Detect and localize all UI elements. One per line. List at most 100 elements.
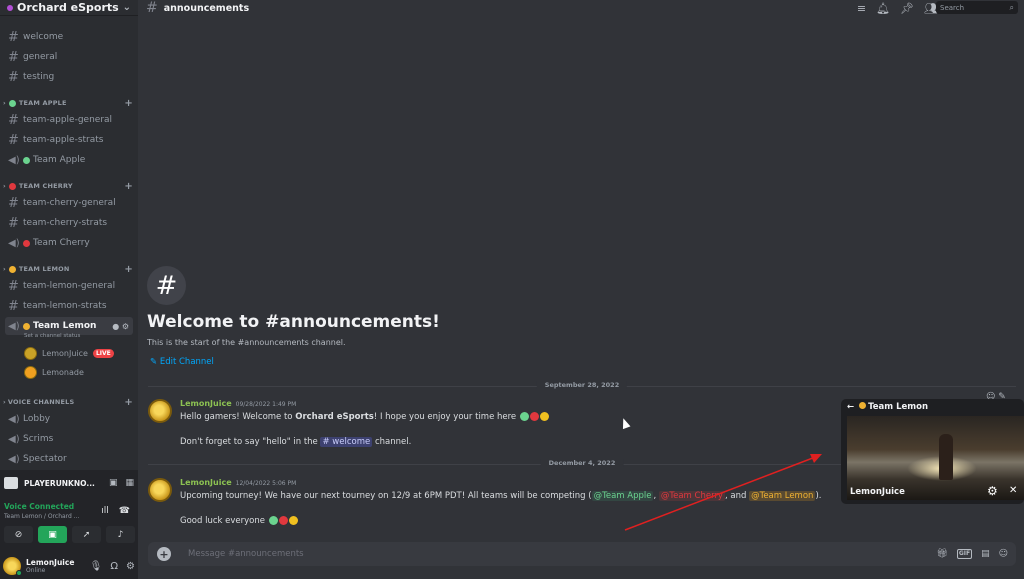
channel-team-apple-strats[interactable]: # team-apple-strats: [5, 131, 133, 149]
message-input[interactable]: Message #announcements: [188, 549, 304, 559]
category-team-cherry[interactable]: › TEAM CHERRY +: [3, 180, 133, 192]
hash-icon: #: [8, 29, 19, 45]
date-label: September 28, 2022: [536, 381, 628, 389]
add-attachment-icon[interactable]: +: [157, 547, 171, 561]
popout-title: ← Team Lemon: [847, 402, 928, 412]
avatar: [24, 365, 37, 379]
message[interactable]: LemonJuice 12/04/2022 5:06 PM Upcoming to…: [148, 478, 848, 533]
author-name[interactable]: LemonJuice: [180, 399, 232, 408]
channel-label: team-apple-general: [23, 115, 113, 125]
bell-icon[interactable]: 🔔︎: [876, 2, 890, 15]
channel-testing[interactable]: # testing: [5, 68, 133, 86]
popout-channel-name: Team Lemon: [868, 402, 929, 412]
voice-channel-team-apple[interactable]: ◀) Team Apple: [5, 151, 133, 169]
sticker-icon[interactable]: ▤: [981, 549, 990, 559]
channel-status[interactable]: Set a channel status: [24, 333, 80, 339]
category-team-apple[interactable]: › TEAM APPLE +: [3, 97, 133, 109]
activity-button[interactable]: ➚: [72, 526, 101, 543]
voice-user-name: LemonJuice: [42, 348, 88, 358]
avatar[interactable]: [148, 478, 172, 502]
add-channel-icon[interactable]: +: [124, 181, 133, 192]
voice-channel-team-cherry[interactable]: ◀) Team Cherry: [5, 234, 133, 252]
back-arrow-icon[interactable]: ←: [847, 402, 854, 412]
cherry-emoji-icon: [278, 516, 288, 525]
message[interactable]: LemonJuice 09/28/2022 1:49 PM Hello gamer…: [148, 399, 848, 454]
server-header[interactable]: Orchard eSports ⌄: [0, 0, 138, 16]
channel-label: team-cherry-general: [23, 198, 116, 208]
voice-channel-lobby[interactable]: ◀) Lobby: [5, 410, 133, 428]
category-team-lemon[interactable]: › TEAM LEMON +: [3, 263, 133, 275]
leave-stream-icon[interactable]: ✕: [1009, 485, 1017, 496]
speaker-icon: ◀): [8, 237, 20, 249]
message-line: Upcoming tourney! We have our next tourn…: [180, 491, 821, 501]
category-label: VOICE CHANNELS: [7, 398, 75, 406]
channel-label: team-lemon-general: [23, 281, 116, 291]
soundboard-button[interactable]: ♪: [106, 526, 135, 543]
add-channel-icon[interactable]: +: [124, 264, 133, 275]
channel-settings-icon[interactable]: ● ⚙: [112, 322, 129, 331]
lemon-icon: [859, 402, 867, 409]
stream-popout[interactable]: ← Team Lemon LemonJuice ⚙ ✕: [841, 399, 1024, 504]
game-icon: [4, 477, 18, 489]
speaker-icon: ◀): [8, 413, 20, 425]
voice-channel-scrims[interactable]: ◀) Scrims: [5, 430, 133, 448]
message-composer[interactable]: + Message #announcements 🎁︎ GIF ▤ ☺: [148, 542, 1016, 566]
threads-icon[interactable]: ≡: [857, 2, 866, 15]
channel-mention[interactable]: # welcome: [320, 437, 373, 447]
cherry-icon: [23, 239, 30, 247]
channel-welcome[interactable]: # welcome: [5, 28, 133, 46]
hash-icon: #: [8, 298, 19, 314]
camera-off-button[interactable]: ⊘: [4, 526, 33, 543]
voice-user-lemonade[interactable]: Lemonade: [24, 364, 84, 380]
apple-emoji-icon: [268, 516, 278, 525]
current-user[interactable]: LemonJuice Online 🎙︎ Ω ⚙: [3, 556, 135, 576]
author-name[interactable]: LemonJuice: [180, 478, 232, 487]
search-input[interactable]: Search ⌕: [936, 1, 1018, 14]
gear-icon[interactable]: ⚙: [126, 561, 135, 572]
activity-icon[interactable]: ▦: [125, 478, 134, 488]
channel-team-cherry-general[interactable]: # team-cherry-general: [5, 194, 133, 212]
gear-icon[interactable]: ⚙: [987, 484, 998, 498]
message-line: Hello gamers! Welcome to Orchard eSports…: [180, 412, 549, 422]
add-channel-icon[interactable]: +: [124, 98, 133, 109]
lemon-emoji-icon: [288, 516, 298, 525]
microphone-icon[interactable]: 🎙︎: [90, 561, 103, 572]
pin-icon[interactable]: 📌︎: [900, 2, 914, 15]
role-mention-apple[interactable]: @Team Apple: [591, 491, 654, 501]
disconnect-icon[interactable]: ☎: [119, 506, 130, 516]
emoji-icon[interactable]: ☺: [999, 549, 1008, 559]
search-icon: ⌕: [1009, 2, 1014, 12]
headphones-icon[interactable]: Ω: [110, 561, 118, 572]
gif-icon[interactable]: GIF: [956, 549, 973, 559]
share-screen-button[interactable]: ▣: [38, 526, 67, 543]
channel-label: Spectator: [23, 454, 67, 464]
category-voice-channels[interactable]: › VOICE CHANNELS +: [3, 396, 133, 408]
avatar: [24, 346, 37, 360]
channel-header: # announcements ≡ 🔔︎ 📌︎ 👥︎ Search ⌕: [138, 0, 1024, 16]
user-status: Online: [26, 567, 46, 574]
role-mention-lemon[interactable]: @Team Lemon: [749, 491, 816, 501]
channel-team-apple-general[interactable]: # team-apple-general: [5, 111, 133, 129]
channel-label: Scrims: [23, 434, 54, 444]
server-name: Orchard eSports: [17, 1, 119, 14]
channel-label: Team Cherry: [33, 238, 90, 248]
edit-channel-link[interactable]: ✎ Edit Channel: [150, 357, 214, 367]
user-panel: PLAYERUNKNO... ▣ ▦ Voice Connected Team L…: [0, 470, 138, 579]
channel-team-cherry-strats[interactable]: # team-cherry-strats: [5, 214, 133, 232]
streamer-name: LemonJuice: [850, 487, 905, 497]
channel-team-lemon-general[interactable]: # team-lemon-general: [5, 277, 133, 295]
voice-channel-spectator[interactable]: ◀) Spectator: [5, 450, 133, 468]
voice-user-lemonjuice[interactable]: LemonJuice LIVE: [24, 345, 114, 361]
add-channel-icon[interactable]: +: [124, 397, 133, 408]
gift-icon[interactable]: 🎁︎: [936, 549, 947, 559]
hash-icon: #: [8, 112, 19, 128]
channel-team-lemon-strats[interactable]: # team-lemon-strats: [5, 297, 133, 315]
lemon-emoji-icon: [539, 412, 549, 421]
chevron-down-icon[interactable]: ⌄: [123, 2, 131, 13]
avatar[interactable]: [148, 399, 172, 423]
role-mention-cherry[interactable]: @Team Cherry: [658, 491, 725, 501]
signal-icon[interactable]: ıll: [101, 506, 109, 516]
screen-share-icon[interactable]: ▣: [109, 478, 118, 488]
channel-general[interactable]: # general: [5, 48, 133, 66]
hash-icon: #: [8, 69, 19, 85]
